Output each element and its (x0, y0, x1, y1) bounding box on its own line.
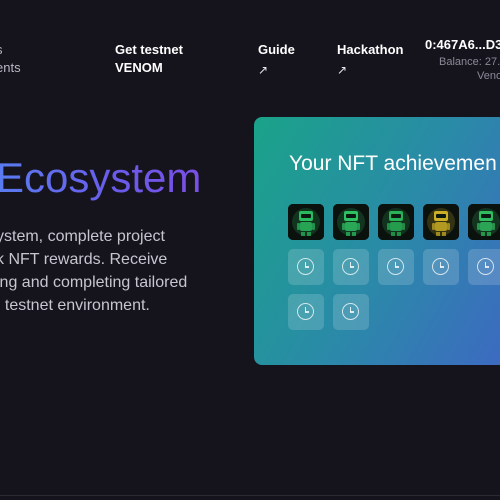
clock-icon (297, 258, 314, 275)
guide-label: Guide (258, 42, 295, 57)
robot-icon (288, 204, 324, 240)
hackathon-link[interactable]: Hackathon ↗ (337, 41, 403, 79)
get-testnet-venom-link[interactable]: Get testnet VENOM (115, 41, 183, 77)
clock-icon (387, 258, 404, 275)
hero-title: Ecosystem (0, 152, 201, 204)
nft-badge[interactable] (423, 204, 459, 240)
locked-achievement[interactable] (378, 249, 414, 285)
wallet-address: 0:467A6...D3 (425, 37, 500, 52)
wallet-info[interactable]: 0:467A6...D3 Balance: 27. Veno (425, 37, 500, 83)
locked-achievement[interactable] (333, 294, 369, 330)
nft-badge[interactable] (468, 204, 500, 240)
hero-description-line: ing and completing tailored (0, 274, 188, 291)
nav-link-partial[interactable]: s ents (0, 41, 21, 77)
external-link-icon: ↗ (258, 63, 269, 77)
wallet-currency: Veno (477, 70, 500, 82)
locked-achievement[interactable] (288, 249, 324, 285)
hero-description-line: : testnet environment. (0, 297, 150, 314)
get-testnet-line2: VENOM (115, 60, 163, 75)
clock-icon (477, 258, 494, 275)
clock-icon (432, 258, 449, 275)
locked-achievement[interactable] (423, 249, 459, 285)
hackathon-label: Hackathon (337, 42, 404, 57)
wallet-balance: Balance: 27. (439, 56, 500, 68)
nft-badge[interactable] (288, 204, 324, 240)
robot-icon (333, 204, 369, 240)
external-link-icon: ↗ (337, 63, 348, 77)
locked-achievement[interactable] (333, 249, 369, 285)
card-title: Your NFT achievemen (289, 152, 497, 175)
robot-icon (378, 204, 414, 240)
guide-link[interactable]: Guide ↗ (258, 41, 295, 79)
nft-badge[interactable] (378, 204, 414, 240)
hero-description: ystem, complete project k NFT rewards. R… (0, 225, 236, 317)
locked-achievement[interactable] (288, 294, 324, 330)
clock-icon (342, 303, 359, 320)
clock-icon (297, 303, 314, 320)
clock-icon (342, 258, 359, 275)
robot-icon (468, 204, 500, 240)
locked-achievement[interactable] (468, 249, 500, 285)
robot-icon (423, 204, 459, 240)
divider (0, 495, 500, 496)
get-testnet-line1: Get testnet (115, 42, 183, 57)
nft-badge[interactable] (333, 204, 369, 240)
nft-achievements-card: Your NFT achievemen (254, 117, 500, 365)
nav-link-partial-line2: ents (0, 60, 21, 75)
nav-link-partial-line1: s (0, 41, 21, 59)
hero-description-line: k NFT rewards. Receive (0, 251, 168, 268)
hero-description-line: ystem, complete project (0, 228, 165, 245)
